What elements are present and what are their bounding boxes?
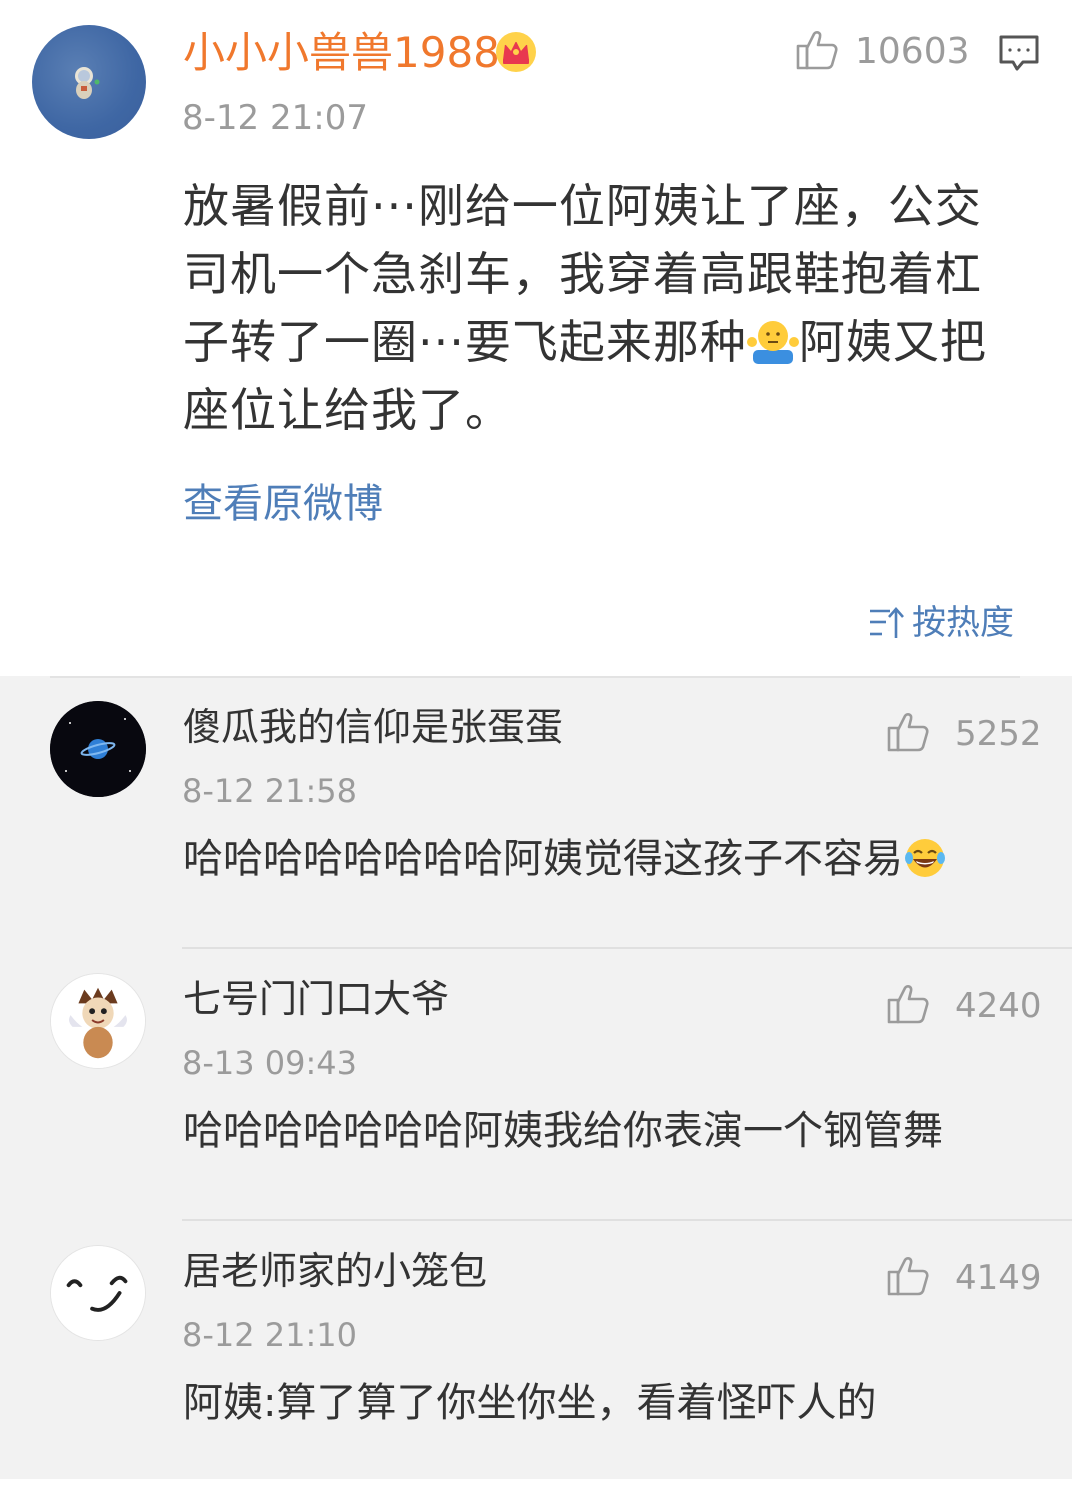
reply-like-count: 4240 <box>955 986 1042 1026</box>
thumbs-up-icon[interactable] <box>795 28 839 72</box>
sketch-face-avatar <box>51 1246 145 1340</box>
reply-text-content: 哈哈哈哈哈哈哈哈阿姨觉得这孩子不容易 <box>183 836 903 882</box>
reply-time: 8-12 21:58 <box>182 772 358 810</box>
sort-label: 按热度 <box>912 603 1014 643</box>
main-comment-username[interactable]: 小小小兽兽1988 <box>183 28 500 78</box>
reply-item: 居老师家的小笼包 4149 8-12 21:10 阿姨:算了算了你坐你坐，看着怪… <box>0 1220 1072 1492</box>
sort-by-hotness-button[interactable]: 按热度 <box>868 600 1014 646</box>
comment-bubble-icon[interactable] <box>998 34 1040 74</box>
main-comment-like-count: 10603 <box>855 31 970 72</box>
main-comment-time: 8-12 21:07 <box>182 98 368 138</box>
planet-avatar <box>50 701 146 797</box>
reply-item: 傻瓜我的信仰是张蛋蛋 5252 8-12 21:58 哈哈哈哈哈哈哈哈阿姨觉得这… <box>0 676 1072 949</box>
reply-time: 8-12 21:10 <box>182 1316 358 1354</box>
reply-username[interactable]: 居老师家的小笼包 <box>183 1248 487 1294</box>
reply-text: 哈哈哈哈哈哈哈哈阿姨觉得这孩子不容易 <box>183 834 947 884</box>
crown-badge-icon[interactable] <box>494 30 538 74</box>
reply-item: 七号门门口大爷 4240 8-13 09:43 哈哈哈哈哈哈哈阿姨我给你表演一个… <box>0 948 1072 1221</box>
main-comment-text: 放暑假前···刚给一位阿姨让了座，公交司机一个急刹车，我穿着高跟鞋抱着杠子转了一… <box>183 172 1013 444</box>
thumbs-up-icon[interactable] <box>886 1254 930 1298</box>
astronaut-icon <box>75 67 100 99</box>
thumbs-up-icon[interactable] <box>886 710 930 754</box>
main-comment-avatar[interactable] <box>32 25 146 139</box>
reply-time: 8-13 09:43 <box>182 1044 358 1082</box>
reply-like-count: 4149 <box>955 1258 1042 1298</box>
reply-like-count: 5252 <box>955 714 1042 754</box>
cartoon-cat-avatar <box>51 974 145 1068</box>
main-comment: 小小小兽兽1988 8-12 21:07 10603 放暑假前···刚给一位阿姨… <box>0 0 1072 676</box>
reply-text: 阿姨:算了算了你坐你坐，看着怪吓人的 <box>183 1380 877 1426</box>
reply-text: 哈哈哈哈哈哈哈阿姨我给你表演一个钢管舞 <box>183 1108 943 1154</box>
thumbs-up-icon[interactable] <box>886 982 930 1026</box>
reply-avatar[interactable] <box>50 1245 146 1341</box>
sort-icon <box>870 607 904 638</box>
shrug-emoji-icon <box>746 321 799 364</box>
reply-avatar[interactable] <box>50 973 146 1069</box>
reply-avatar[interactable] <box>50 701 146 797</box>
laughing-tears-emoji-icon <box>905 839 945 877</box>
reply-username[interactable]: 傻瓜我的信仰是张蛋蛋 <box>183 704 563 750</box>
reply-username[interactable]: 七号门门口大爷 <box>183 976 449 1022</box>
replies-section: 傻瓜我的信仰是张蛋蛋 5252 8-12 21:58 哈哈哈哈哈哈哈哈阿姨觉得这… <box>0 676 1072 1479</box>
view-original-weibo-link[interactable]: 查看原微博 <box>183 478 383 530</box>
